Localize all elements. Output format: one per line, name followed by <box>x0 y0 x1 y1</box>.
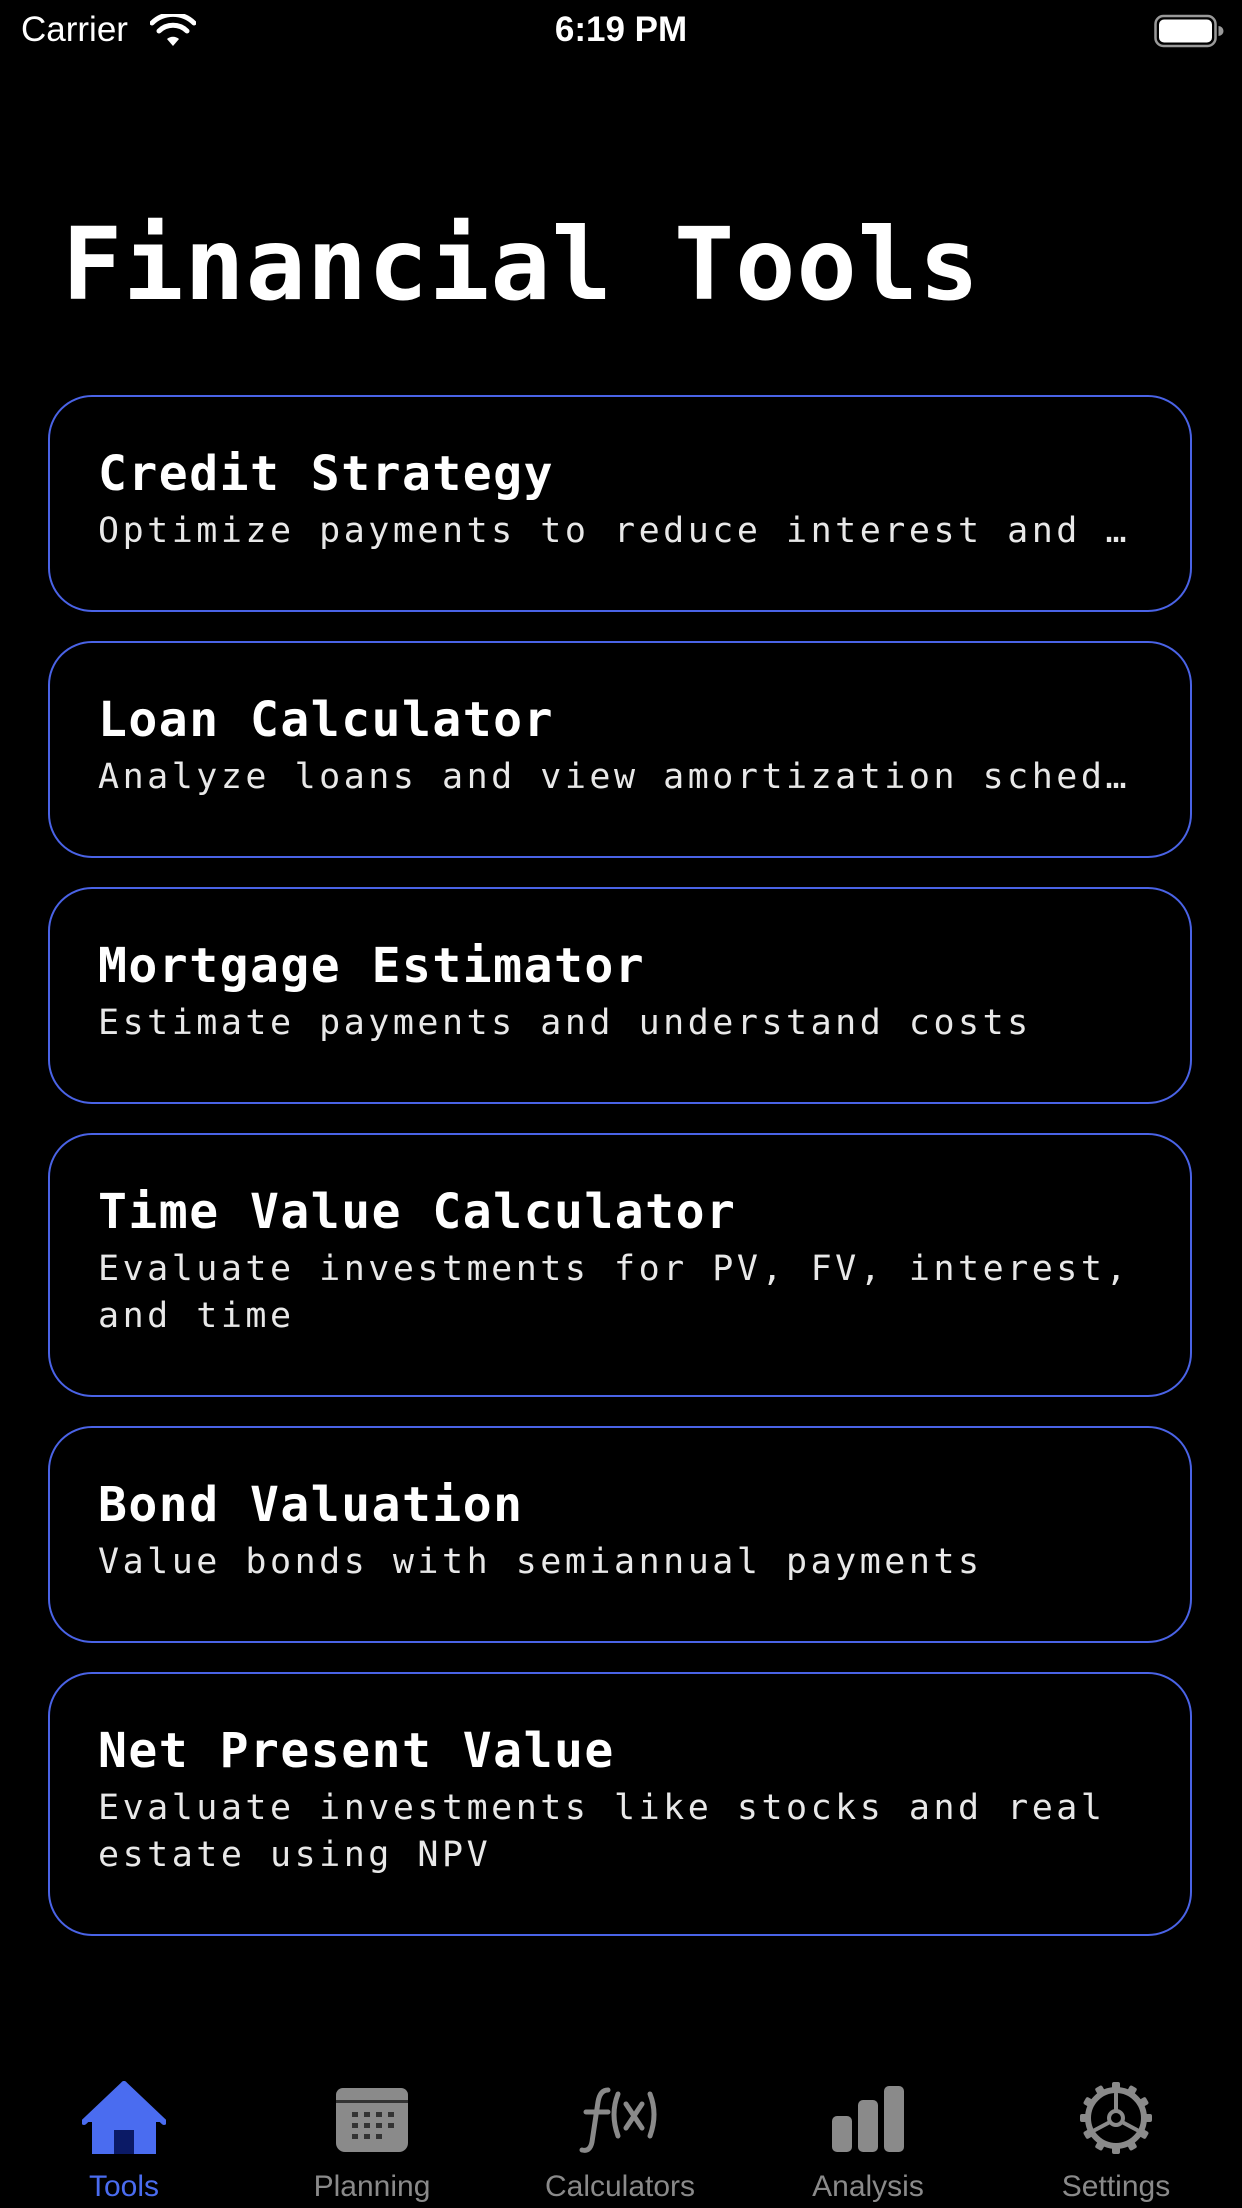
calendar-icon <box>336 2088 408 2152</box>
tab-label: Analysis <box>812 2170 924 2203</box>
tab-tools[interactable]: Tools <box>0 2060 248 2208</box>
card-description: Evaluate investments like stocks and rea… <box>98 1788 1106 1875</box>
tool-card-mortgage-estimator[interactable]: Mortgage Estimator Estimate payments and… <box>48 887 1192 1104</box>
tab-analysis[interactable]: Analysis <box>744 2060 992 2208</box>
tab-label: Calculators <box>544 2170 696 2203</box>
status-bar: Carrier 6:19 PM <box>0 0 1242 62</box>
tab-label: Planning <box>313 2170 431 2203</box>
gear-icon <box>1080 2082 1152 2154</box>
battery-icon <box>1154 14 1224 48</box>
tool-card-net-present-value[interactable]: Net Present Value Evaluate investments l… <box>48 1672 1192 1936</box>
tab-planning[interactable]: Planning <box>248 2060 496 2208</box>
card-description: Analyze loans and view amortization sche… <box>98 757 1142 797</box>
card-title: Mortgage Estimator <box>98 938 646 994</box>
card-description: Estimate payments and understand costs <box>98 1003 1032 1043</box>
card-title: Loan Calculator <box>98 692 554 748</box>
function-icon <box>579 2087 657 2153</box>
tab-label: Tools <box>88 2170 160 2203</box>
page-title: Financial Tools <box>62 206 981 323</box>
card-title: Bond Valuation <box>98 1477 524 1533</box>
tab-settings[interactable]: Settings <box>992 2060 1240 2208</box>
tab-calculators[interactable]: Calculators <box>496 2060 744 2208</box>
card-title: Net Present Value <box>98 1723 615 1779</box>
bar-chart-icon <box>832 2086 904 2152</box>
tool-card-time-value-calculator[interactable]: Time Value Calculator Evaluate investmen… <box>48 1133 1192 1397</box>
tool-card-loan-calculator[interactable]: Loan Calculator Analyze loans and view a… <box>48 641 1192 858</box>
card-description: Value bonds with semiannual payments <box>98 1542 983 1582</box>
card-description: Optimize payments to reduce interest and… <box>98 511 1142 551</box>
tool-card-bond-valuation[interactable]: Bond Valuation Value bonds with semiannu… <box>48 1426 1192 1643</box>
tab-bar: Tools Planning Calculators Analysis Sett… <box>0 2060 1242 2208</box>
card-description: Evaluate investments for PV, FV, interes… <box>98 1249 1131 1336</box>
tab-label: Settings <box>1061 2170 1171 2203</box>
card-title: Credit Strategy <box>98 446 554 502</box>
card-title: Time Value Calculator <box>98 1184 737 1240</box>
house-icon <box>82 2081 166 2154</box>
status-time: 6:19 PM <box>554 10 688 49</box>
tool-card-credit-strategy[interactable]: Credit Strategy Optimize payments to red… <box>48 395 1192 612</box>
